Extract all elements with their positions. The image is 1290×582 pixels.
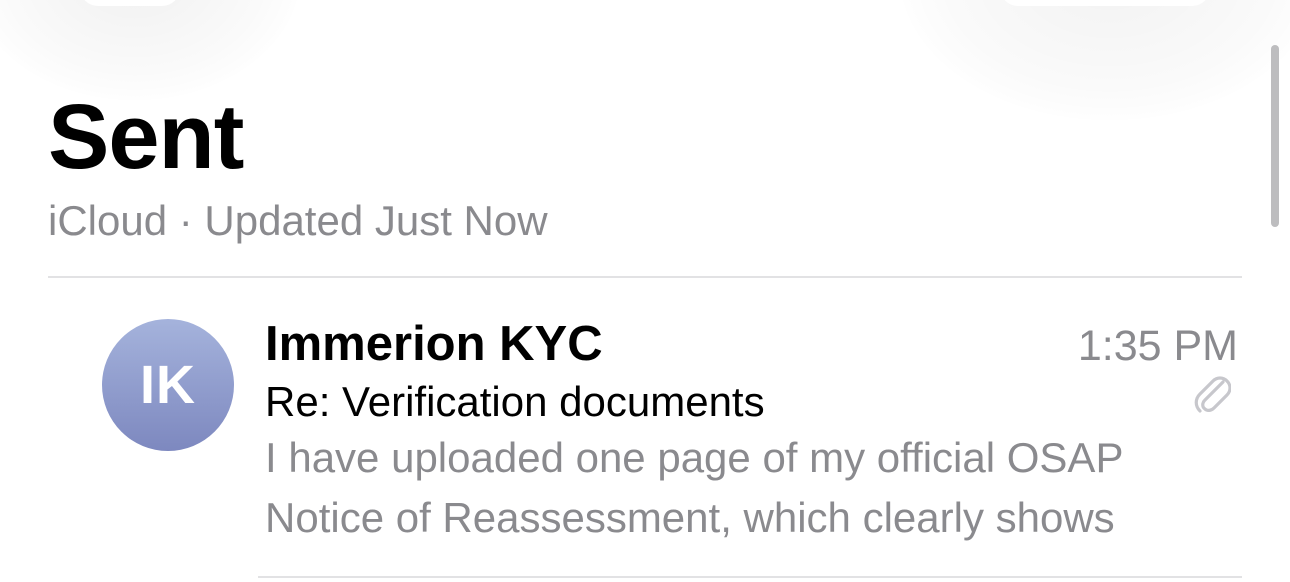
message-time: 1:35 PM: [1077, 322, 1238, 370]
page-title: Sent: [48, 86, 244, 188]
message-subject: Re: Verification documents: [265, 378, 765, 425]
toolbar-actions[interactable]: [1000, 0, 1210, 6]
toolbar-shadow-right: [900, 0, 1290, 120]
mail-sent-screen: Sent iCloud · Updated Just Now IK Immeri…: [0, 0, 1290, 582]
mailbox-status: iCloud · Updated Just Now: [48, 197, 548, 244]
avatar-initials: IK: [140, 355, 196, 415]
preview-line: I have uploaded one page of my official …: [265, 434, 1124, 481]
message-sender: Immerion KYC: [265, 317, 603, 371]
message-row[interactable]: IK Immerion KYC 1:35 PM Re: Verification…: [0, 278, 1290, 578]
paperclip-icon: [1194, 376, 1231, 413]
back-button[interactable]: [80, 0, 180, 6]
avatar: IK: [102, 319, 234, 451]
divider: [258, 576, 1242, 578]
message-preview: I have uploaded one page of my official …: [265, 428, 1225, 548]
scrollbar[interactable]: [1271, 45, 1279, 227]
preview-line: Notice of Reassessment, which clearly sh…: [265, 494, 1115, 541]
